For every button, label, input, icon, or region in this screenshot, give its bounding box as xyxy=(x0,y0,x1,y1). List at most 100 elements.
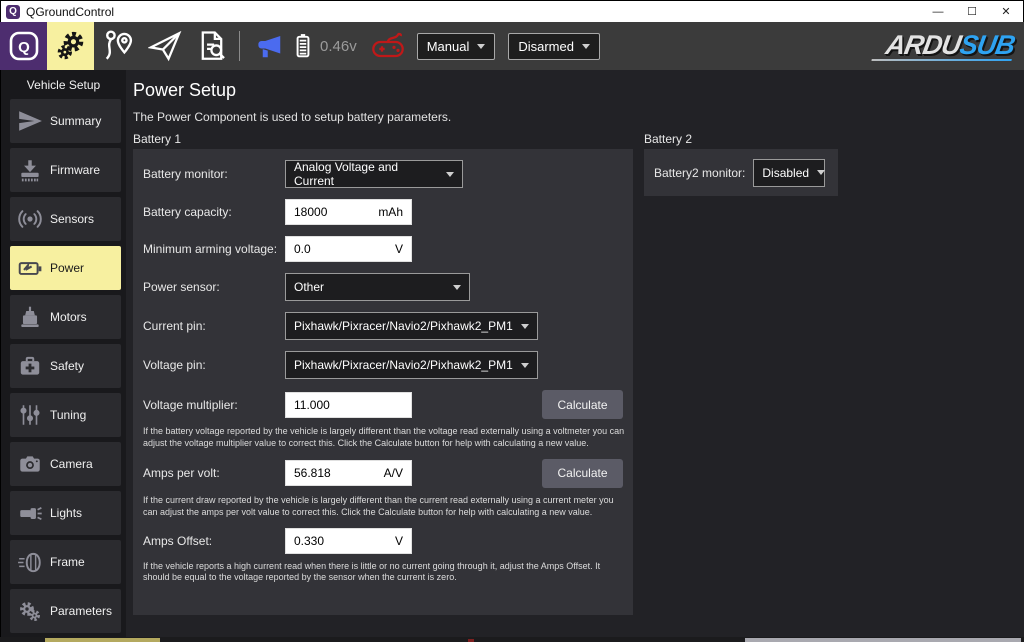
power-sensor-row: Power sensor: Other xyxy=(143,273,623,301)
battery1-section-label: Battery 1 xyxy=(133,132,633,146)
plan-view-button[interactable] xyxy=(94,22,141,70)
chevron-down-icon xyxy=(477,44,485,49)
paper-plane-icon xyxy=(10,108,50,134)
battery-capacity-row: Battery capacity: 18000 mAh xyxy=(143,199,623,225)
battery-indicator[interactable]: 0.46v xyxy=(290,31,357,61)
svg-text:Q: Q xyxy=(18,39,30,56)
min-arming-voltage-row: Minimum arming voltage: 0.0 V xyxy=(143,236,623,262)
page-subtitle: The Power Component is used to setup bat… xyxy=(133,110,451,124)
battery1-column: Battery 1 Battery monitor: Analog Voltag… xyxy=(133,132,633,615)
voltage-multiplier-input[interactable]: 11.000 xyxy=(285,392,412,418)
battery-capacity-value: 18000 xyxy=(294,205,327,219)
min-arming-voltage-input[interactable]: 0.0 V xyxy=(285,236,412,262)
megaphone-icon xyxy=(254,31,284,61)
sidebar-item-power[interactable]: Power xyxy=(10,246,121,290)
voltage-pin-select[interactable]: Pixhawk/Pixracer/Navio2/Pixhawk2_PM1 xyxy=(285,351,538,379)
ardusub-logo-sub: SUB xyxy=(958,30,1017,60)
battery2-monitor-select[interactable]: Disabled xyxy=(753,159,825,187)
gears-icon xyxy=(10,598,50,624)
sidebar-item-firmware[interactable]: Firmware xyxy=(10,148,121,192)
sensor-waves-icon xyxy=(10,206,50,232)
voltage-multiplier-calculate-button[interactable]: Calculate xyxy=(542,390,623,419)
sidebar-item-motors[interactable]: Motors xyxy=(10,295,121,339)
amps-per-volt-help-text: If the current draw reported by the vehi… xyxy=(143,495,629,519)
chevron-down-icon xyxy=(582,44,590,49)
battery-monitor-label: Battery monitor: xyxy=(143,167,285,181)
ardusub-logo-ardu: ARDU xyxy=(884,30,963,60)
firmware-flash-icon xyxy=(10,157,50,183)
qgc-home-button[interactable]: Q xyxy=(0,22,47,70)
close-button[interactable]: ✕ xyxy=(989,1,1023,22)
voltage-pin-label: Voltage pin: xyxy=(143,358,285,372)
sidebar-item-summary[interactable]: Summary xyxy=(10,99,121,143)
chevron-down-icon xyxy=(446,172,454,177)
amps-offset-value: 0.330 xyxy=(294,534,324,548)
sidebar-item-frame[interactable]: Frame xyxy=(10,540,121,584)
motor-icon xyxy=(10,304,50,330)
vehicle-setup-button[interactable] xyxy=(47,22,94,70)
sidebar-title: Vehicle Setup xyxy=(1,70,126,99)
sidebar-item-sensors[interactable]: Sensors xyxy=(10,197,121,241)
voltage-pin-row: Voltage pin: Pixhawk/Pixracer/Navio2/Pix… xyxy=(143,351,623,379)
battery-monitor-row: Battery monitor: Analog Voltage and Curr… xyxy=(143,160,623,188)
battery-capacity-input[interactable]: 18000 mAh xyxy=(285,199,412,225)
sidebar-item-safety[interactable]: Safety xyxy=(10,344,121,388)
arm-state-select[interactable]: Disarmed xyxy=(508,33,600,60)
voltage-multiplier-value: 11.000 xyxy=(294,398,330,412)
fly-view-button[interactable] xyxy=(141,22,188,70)
min-arming-voltage-label: Minimum arming voltage: xyxy=(143,242,285,256)
joystick-indicator[interactable] xyxy=(369,30,407,62)
audio-indicator[interactable] xyxy=(254,31,284,61)
window-titlebar: Q QGroundControl — ☐ ✕ xyxy=(0,0,1024,22)
power-sensor-label: Power sensor: xyxy=(143,280,285,294)
sidebar-item-tuning[interactable]: Tuning xyxy=(10,393,121,437)
amps-per-volt-calculate-button[interactable]: Calculate xyxy=(542,459,623,488)
amps-offset-row: Amps Offset: 0.330 V xyxy=(143,528,623,554)
amps-offset-label: Amps Offset: xyxy=(143,534,285,548)
chevron-down-icon xyxy=(521,363,529,368)
current-pin-row: Current pin: Pixhawk/Pixracer/Navio2/Pix… xyxy=(143,312,623,340)
analyze-view-button[interactable] xyxy=(188,22,235,70)
amps-offset-input[interactable]: 0.330 V xyxy=(285,528,412,554)
battery-monitor-select[interactable]: Analog Voltage and Current xyxy=(285,160,463,188)
minimize-button[interactable]: — xyxy=(921,1,955,22)
game-controller-icon xyxy=(369,30,407,62)
paper-plane-fly-icon xyxy=(148,29,182,63)
battery-voltage-text: 0.46v xyxy=(320,38,357,55)
battery2-column: Battery 2 Battery2 monitor: Disabled xyxy=(644,132,838,196)
log-analyze-icon xyxy=(195,29,229,63)
maximize-button[interactable]: ☐ xyxy=(955,1,989,22)
power-setup-page: Power Setup The Power Component is used … xyxy=(126,70,1024,642)
flight-mode-select[interactable]: Manual xyxy=(417,33,496,60)
battery1-panel: Battery monitor: Analog Voltage and Curr… xyxy=(133,149,633,615)
min-arming-voltage-value: 0.0 xyxy=(294,242,311,256)
sliders-icon xyxy=(10,402,50,428)
battery-capacity-label: Battery capacity: xyxy=(143,205,285,219)
battery-capacity-unit: mAh xyxy=(378,205,403,219)
main-toolbar: Q xyxy=(0,22,1024,70)
amps-per-volt-input[interactable]: 56.818 A/V xyxy=(285,460,412,486)
amps-per-volt-label: Amps per volt: xyxy=(143,466,285,480)
amps-offset-unit: V xyxy=(395,534,403,548)
camera-icon xyxy=(10,451,50,477)
voltage-multiplier-help-text: If the battery voltage reported by the v… xyxy=(143,426,629,450)
battery2-panel: Battery2 monitor: Disabled xyxy=(644,149,838,196)
battery-status-icon xyxy=(290,31,316,61)
qgroundcontrol-app-icon: Q xyxy=(6,5,20,19)
sidebar-item-camera[interactable]: Camera xyxy=(10,442,121,486)
sidebar-item-parameters[interactable]: Parameters xyxy=(10,589,121,633)
ardusub-logo: ARDUSUB xyxy=(871,32,1016,61)
power-sensor-select[interactable]: Other xyxy=(285,273,470,301)
chevron-down-icon xyxy=(817,170,825,175)
plan-waypoints-icon xyxy=(101,29,135,63)
amps-per-volt-unit: A/V xyxy=(384,466,403,480)
first-aid-icon xyxy=(10,353,50,379)
amps-per-volt-row: Amps per volt: 56.818 A/V Calculate xyxy=(143,459,623,488)
flight-mode-value: Manual xyxy=(427,39,470,54)
voltage-multiplier-row: Voltage multiplier: 11.000 Calculate xyxy=(143,390,623,419)
sidebar-item-lights[interactable]: Lights xyxy=(10,491,121,535)
current-pin-select[interactable]: Pixhawk/Pixracer/Navio2/Pixhawk2_PM1 xyxy=(285,312,538,340)
qgc-logo-icon: Q xyxy=(7,29,41,63)
page-title: Power Setup xyxy=(133,80,236,101)
battery-bolt-icon xyxy=(10,255,50,281)
